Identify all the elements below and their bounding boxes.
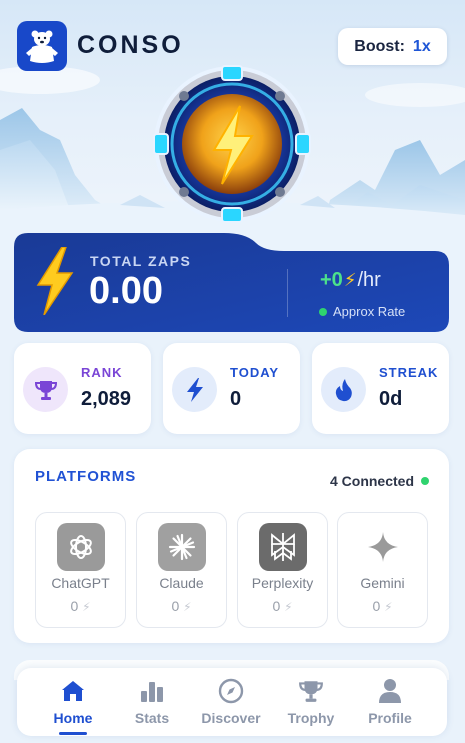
- app-title: CONSO: [77, 31, 184, 59]
- bottom-nav: Home Stats Discover Trophy Profile: [17, 668, 447, 736]
- platform-count: 0 ⚡: [238, 598, 327, 614]
- stat-card-rank[interactable]: RANK 2,089: [14, 343, 151, 434]
- stat-card-today[interactable]: TODAY 0: [163, 343, 300, 434]
- nav-label: Profile: [368, 710, 412, 726]
- rate-unit: /hr: [357, 269, 381, 291]
- platform-count-value: 0: [70, 598, 79, 614]
- platform-name: ChatGPT: [51, 575, 110, 591]
- boost-label: Boost:: [354, 37, 405, 55]
- platform-tile-gemini[interactable]: Gemini 0 ⚡: [337, 512, 428, 628]
- home-icon: [33, 676, 113, 706]
- platform-tile-claude[interactable]: Claude 0 ⚡: [136, 512, 227, 628]
- connected-status: 4 Connected: [330, 473, 429, 489]
- connected-count: 4 Connected: [329, 473, 414, 489]
- nav-label: Stats: [134, 710, 170, 726]
- lightning-icon: [36, 247, 74, 315]
- perplexity-icon: [259, 523, 307, 571]
- stat-label: RANK: [81, 365, 123, 380]
- lightning-icon: ⚡: [343, 270, 357, 290]
- total-zaps-label: TOTAL ZAPS: [90, 253, 192, 269]
- platform-count-value: 0: [171, 598, 180, 614]
- platform-name: Perplexity: [251, 575, 314, 591]
- stat-label: TODAY: [230, 365, 280, 380]
- lightning-icon: [172, 367, 217, 412]
- stat-value: 0d: [379, 388, 403, 410]
- nav-label: Home: [53, 710, 93, 726]
- stat-label: STREAK: [379, 365, 439, 380]
- divider: [287, 269, 288, 317]
- polar-bear-icon: [26, 30, 58, 63]
- nav-label: Discover: [201, 710, 261, 726]
- total-zaps-card: TOTAL ZAPS 0.00 +0 ⚡ /hr Approx Rate: [14, 233, 449, 332]
- app-logo[interactable]: [17, 21, 67, 71]
- boost-badge[interactable]: Boost: 1x: [338, 28, 447, 65]
- lightning-coin-icon[interactable]: [152, 64, 312, 224]
- rate-readout: +0 ⚡ /hr: [320, 269, 381, 292]
- stat-value: 2,089: [81, 388, 132, 410]
- nav-item-trophy[interactable]: Trophy: [271, 676, 351, 732]
- flame-icon: [321, 367, 366, 412]
- lightning-icon: ⚡: [284, 600, 293, 614]
- platform-count: 0 ⚡: [36, 598, 125, 614]
- nav-label: Trophy: [287, 710, 335, 726]
- nav-item-stats[interactable]: Stats: [112, 676, 192, 732]
- platform-tile-perplexity[interactable]: Perplexity 0 ⚡: [237, 512, 328, 628]
- rate-caption-text: Approx Rate: [333, 304, 406, 319]
- chatgpt-icon: [57, 523, 105, 571]
- platform-count-value: 0: [372, 598, 381, 614]
- platform-count: 0 ⚡: [338, 598, 427, 614]
- trophy-icon: [271, 676, 351, 706]
- compass-icon: [191, 676, 271, 706]
- lightning-icon: ⚡: [384, 600, 393, 614]
- stat-card-streak[interactable]: STREAK 0d: [312, 343, 449, 434]
- stat-value: 0: [230, 388, 242, 410]
- rate-caption: Approx Rate: [319, 304, 405, 319]
- nav-item-profile[interactable]: Profile: [350, 676, 430, 732]
- total-zaps-value: 0.00: [89, 270, 163, 312]
- claude-icon: [158, 523, 206, 571]
- status-dot-icon: [319, 307, 327, 316]
- boost-value: 1x: [412, 37, 431, 55]
- platform-count: 0 ⚡: [137, 598, 226, 614]
- platform-name: Claude: [159, 575, 204, 591]
- gemini-icon: [359, 523, 407, 571]
- rate-value: +0: [320, 269, 343, 291]
- lightning-icon: ⚡: [82, 600, 91, 614]
- platform-name: Gemini: [360, 575, 405, 591]
- lightning-icon: ⚡: [183, 600, 192, 614]
- platforms-title: PLATFORMS: [35, 468, 137, 485]
- platforms-card: PLATFORMS 4 Connected ChatGPT 0 ⚡ Claude…: [14, 449, 449, 643]
- platform-tile-chatgpt[interactable]: ChatGPT 0 ⚡: [35, 512, 126, 628]
- user-icon: [350, 676, 430, 706]
- nav-item-discover[interactable]: Discover: [191, 676, 271, 732]
- platform-count-value: 0: [272, 598, 281, 614]
- bar-chart-icon: [112, 676, 192, 706]
- status-dot-icon: [421, 477, 429, 485]
- active-tab-indicator: [59, 732, 87, 735]
- trophy-icon: [23, 367, 68, 412]
- nav-item-home[interactable]: Home: [33, 676, 113, 732]
